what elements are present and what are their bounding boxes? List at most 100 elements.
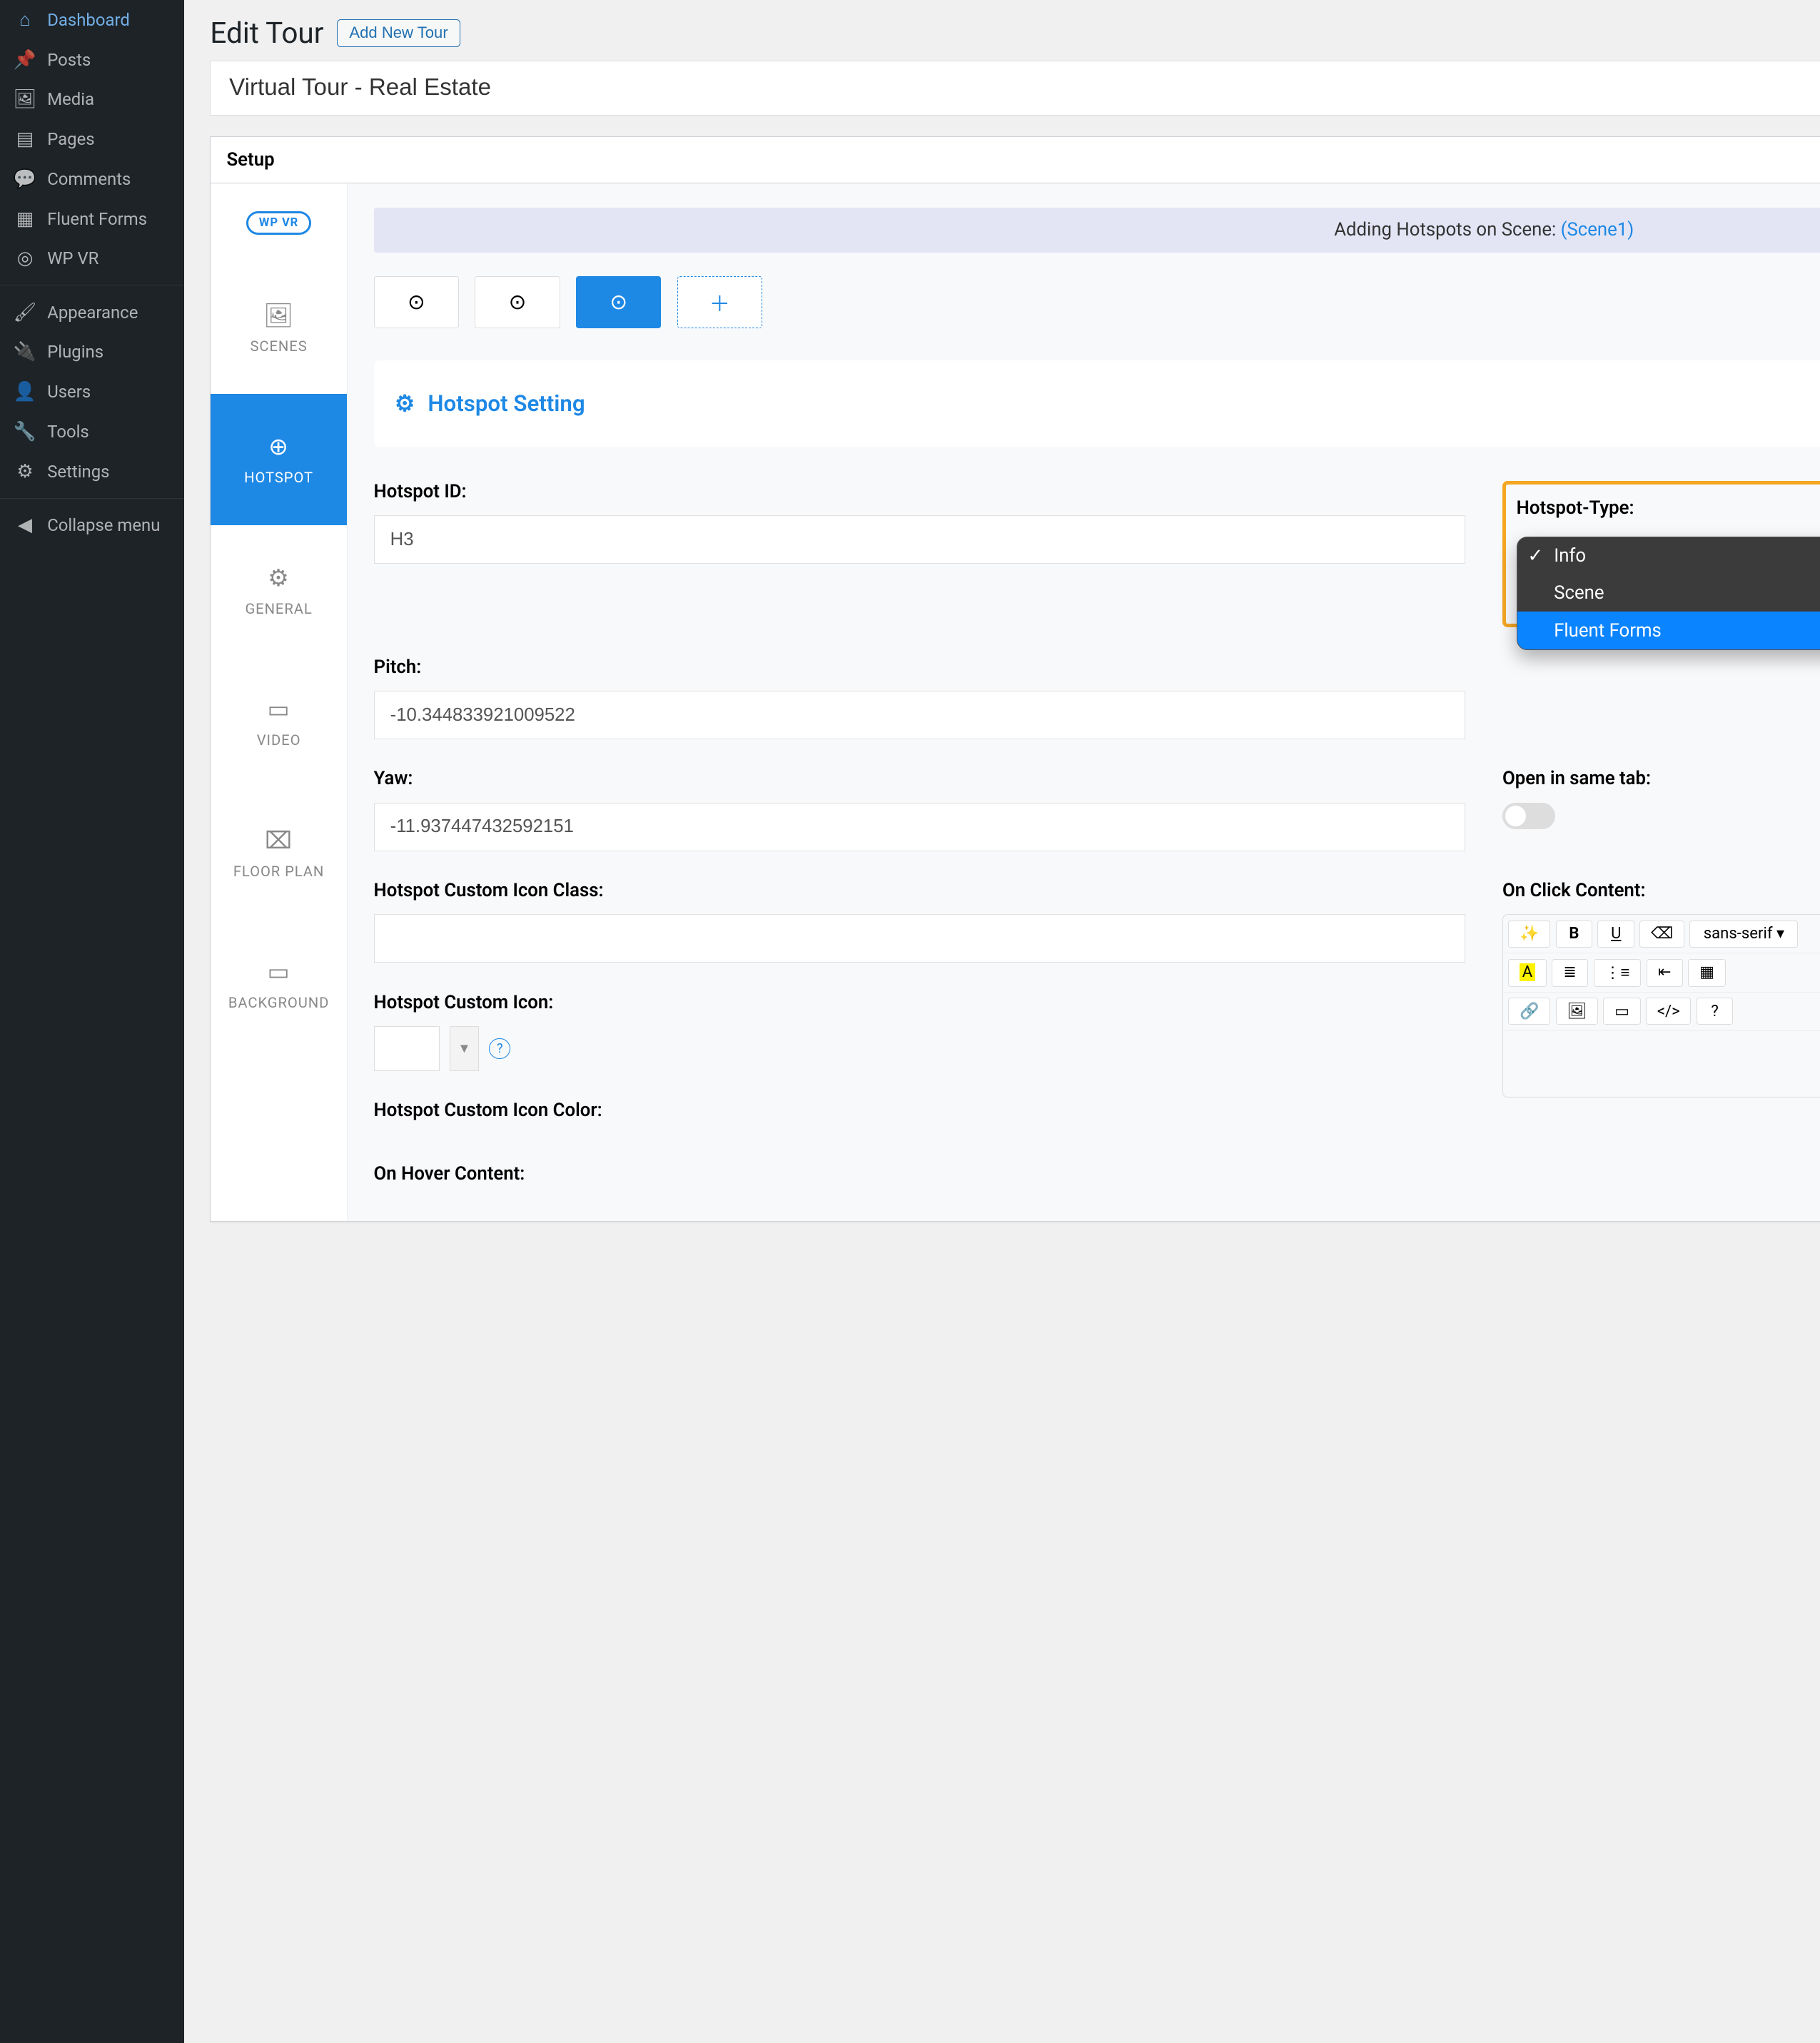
pitch-input[interactable] (374, 691, 1466, 739)
sidebar-item-posts[interactable]: 📌Posts (0, 40, 184, 80)
sidebar-item-media[interactable]: 🖼 Media (0, 80, 184, 120)
sidebar-item-tools[interactable]: 🔧Tools (0, 412, 184, 452)
add-new-tour-button[interactable]: Add New Tour (337, 19, 460, 47)
vertical-tabs: WP VR 🖼SCENES ⊕HOTSPOT ⚙GENERAL ▭VIDEO ⌧… (211, 183, 347, 1221)
tab-floorplan[interactable]: ⌧FLOOR PLAN (211, 788, 346, 919)
dashboard-icon: ⌂ (13, 9, 36, 31)
sidebar-item-wpvr[interactable]: ◎ WP VR (0, 239, 184, 279)
hotspot-id-input[interactable] (374, 515, 1466, 564)
sidebar-item-fluentforms[interactable]: ▦Fluent Forms (0, 199, 184, 239)
editor-magic-button[interactable]: ✨ (1508, 921, 1550, 948)
editor-table-button[interactable]: ▦ (1688, 959, 1725, 987)
pitch-label: Pitch: (374, 657, 1466, 678)
sidebar-label: Tools (47, 422, 89, 442)
editor-link-button[interactable]: 🔗 (1508, 998, 1550, 1025)
user-icon: 👤 (13, 381, 36, 402)
sidebar-item-pages[interactable]: ▤ Pages (0, 119, 184, 159)
editor-underline-button[interactable]: U (1597, 921, 1634, 948)
editor-color-button[interactable]: A (1508, 959, 1546, 987)
tab-hotspot[interactable]: ⊕HOTSPOT (211, 394, 346, 525)
hotspot-type-dropdown[interactable]: Info Scene Fluent Forms (1517, 537, 1820, 649)
editor-image-button[interactable]: 🖼 (1556, 998, 1598, 1025)
separator (0, 498, 184, 499)
hotspot-id-label: Hotspot ID: (374, 481, 1466, 502)
sidebar-item-appearance[interactable]: 🖌Appearance (0, 293, 184, 333)
sidebar-item-settings[interactable]: ⚙Settings (0, 452, 184, 492)
option-fluent-forms[interactable]: Fluent Forms (1517, 612, 1820, 649)
tour-title-input[interactable] (210, 61, 1820, 116)
custom-icon-label: Hotspot Custom Icon: (374, 992, 1466, 1013)
sidebar-label: Settings (47, 462, 109, 482)
yaw-input[interactable] (374, 803, 1466, 851)
icon-preview (374, 1026, 440, 1071)
editor-bold-button[interactable]: B (1556, 921, 1593, 948)
sidebar-label: Pages (47, 129, 94, 149)
editor-video-button[interactable]: ▭ (1603, 998, 1640, 1025)
editor-indent-button[interactable]: ⇤ (1647, 959, 1684, 987)
open-same-tab-toggle[interactable] (1502, 803, 1555, 829)
icon-dropdown-button[interactable]: ▼ (450, 1026, 478, 1071)
sidebar-collapse[interactable]: ◀Collapse menu (0, 505, 184, 545)
hotspot-btn-2[interactable]: ⊙ (475, 276, 560, 329)
sidebar-label: Comments (47, 169, 131, 189)
sidebar-item-plugins[interactable]: 🔌 Plugins (0, 332, 184, 372)
editor-list1-button[interactable]: ≣ (1552, 959, 1589, 987)
hotspot-add-button[interactable]: ＋ (677, 276, 763, 329)
custom-icon-class-input[interactable] (374, 914, 1466, 963)
editor-erase-button[interactable]: ⌫ (1639, 921, 1684, 948)
video-icon: ▭ (267, 695, 290, 724)
setup-panel-title: Setup (226, 149, 274, 171)
media-icon: 🖼 (13, 88, 36, 110)
gear-icon: ⚙ (395, 390, 415, 417)
rich-text-editor: ✨ B U ⌫ sans-serif ▾ A ≣ (1502, 914, 1820, 1097)
hotspot-btn-3[interactable]: ⊙ (576, 276, 662, 329)
image-icon: 🖼 (263, 302, 294, 330)
editor-help-button[interactable]: ? (1697, 998, 1734, 1025)
plugin-icon: 🔌 (13, 341, 36, 363)
target-icon: ⊕ (268, 432, 289, 461)
sidebar-item-users[interactable]: 👤 Users (0, 372, 184, 412)
custom-icon-color-label: Hotspot Custom Icon Color: (374, 1100, 1466, 1121)
gear-icon: ⚙ (268, 564, 290, 592)
on-click-label: On Click Content: (1502, 880, 1820, 901)
main-content: Screen Options ▾ Edit Tour Add New Tour … (184, 0, 1820, 2043)
sidebar-label: WP VR (47, 248, 98, 268)
page-title: Edit Tour (210, 16, 323, 50)
hotspot-type-label: Hotspot-Type: (1517, 497, 1820, 519)
sidebar-item-dashboard[interactable]: ⌂ Dashboard (0, 0, 184, 40)
editor-list2-button[interactable]: ⋮≡ (1594, 959, 1641, 987)
scene-link[interactable]: (Scene1) (1561, 219, 1634, 240)
tab-video[interactable]: ▭VIDEO (211, 657, 346, 788)
background-icon: ▭ (267, 958, 290, 986)
comment-icon: 💬 (13, 168, 36, 190)
tab-general[interactable]: ⚙GENERAL (211, 525, 346, 657)
option-scene[interactable]: Scene (1517, 574, 1820, 612)
brush-icon: 🖌 (13, 302, 36, 323)
vr-icon: ◎ (13, 248, 36, 269)
pages-icon: ▤ (13, 128, 36, 150)
sidebar-item-comments[interactable]: 💬 Comments (0, 159, 184, 199)
yaw-label: Yaw: (374, 768, 1466, 789)
option-info[interactable]: Info (1517, 537, 1820, 574)
custom-icon-class-label: Hotspot Custom Icon Class: (374, 880, 1466, 901)
collapse-icon: ◀ (13, 514, 36, 536)
editor-font-select[interactable]: sans-serif ▾ (1689, 921, 1798, 948)
sidebar-label: Dashboard (47, 10, 130, 30)
admin-sidebar: ⌂ Dashboard 📌Posts 🖼 Media ▤ Pages 💬 Comment… (0, 0, 184, 2043)
open-same-tab-label: Open in same tab: (1502, 768, 1820, 789)
sidebar-label: Fluent Forms (47, 209, 147, 229)
tab-background[interactable]: ▭BACKGROUND (211, 919, 346, 1050)
sidebar-label: Plugins (47, 342, 103, 362)
sidebar-label: Posts (47, 50, 91, 70)
editor-code-button[interactable]: </> (1646, 998, 1691, 1025)
hotspot-type-field: Hotspot-Type: Info Scene Fluent Forms (1502, 481, 1820, 628)
editor-content[interactable] (1503, 1031, 1820, 1097)
scene-banner: Adding Hotspots on Scene: (Scene1) (374, 208, 1820, 253)
sidebar-label: Users (47, 382, 91, 402)
help-icon[interactable]: ? (489, 1038, 510, 1059)
hotspot-btn-1[interactable]: ⊙ (374, 276, 460, 329)
wpvr-logo: WP VR (211, 183, 346, 262)
tab-scenes[interactable]: 🖼SCENES (211, 263, 346, 394)
sidebar-label: Media (47, 89, 94, 109)
floorplan-icon: ⌧ (265, 826, 293, 855)
